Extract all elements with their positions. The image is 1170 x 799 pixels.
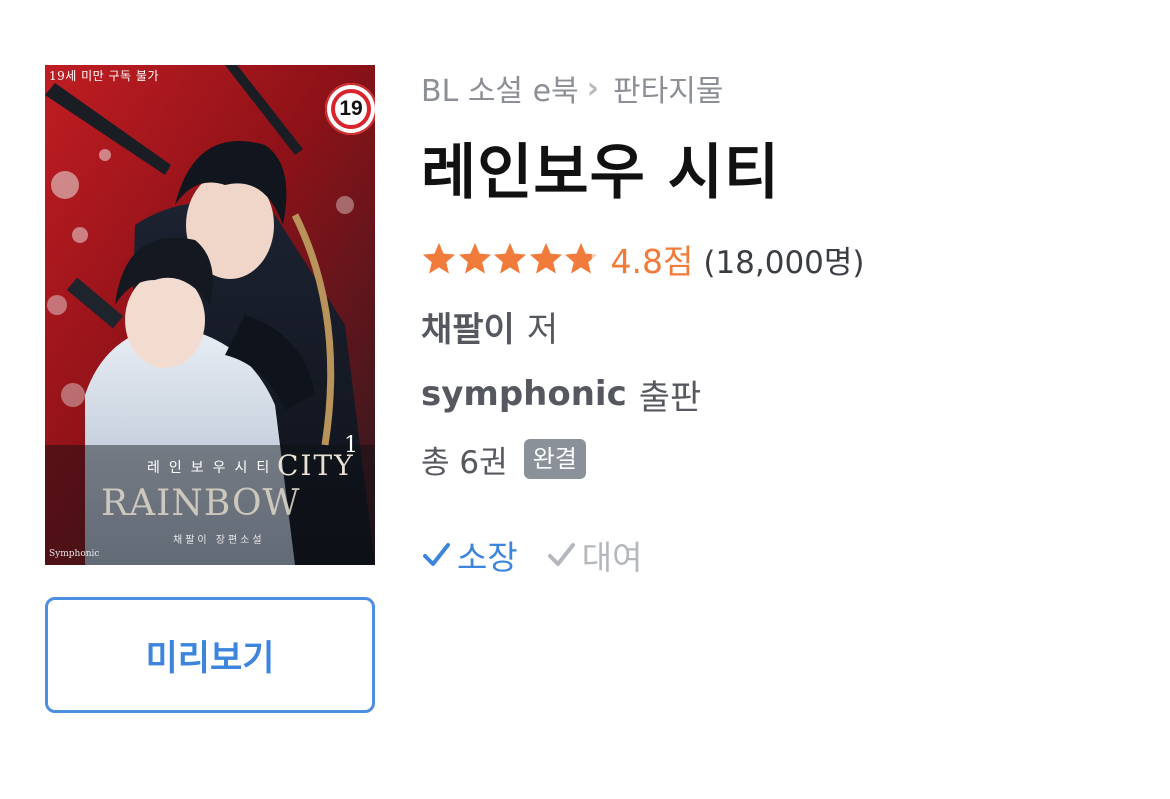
book-cover-image[interactable]: 19세 미만 구독 불가 19 1 레인보우시티 CITY RAINBOW 채팔… — [45, 65, 375, 565]
volume-count: 총 6권 — [421, 444, 508, 481]
star-icon — [565, 243, 597, 274]
cover-author-line: 채팔이 장편소설 — [173, 535, 265, 546]
age-rating-badge: 19 — [325, 83, 375, 135]
cover-korean-title: 레인보우시티 — [147, 460, 279, 476]
book-detail-page: 19세 미만 구독 불가 19 1 레인보우시티 CITY RAINBOW 채팔… — [0, 0, 1170, 799]
cover-city-text: CITY — [277, 449, 355, 482]
purchase-option-own[interactable]: 소장 — [421, 531, 518, 579]
rating-stars — [421, 241, 599, 277]
rating-score: 4.8점 — [610, 242, 694, 281]
cover-age-notice: 19세 미만 구독 불가 — [49, 69, 159, 83]
rating-count: (18,000명) — [703, 244, 865, 281]
purchase-option-label: 소장 — [457, 538, 518, 577]
chevron-right-icon: › — [586, 70, 599, 106]
star-icon — [423, 243, 455, 274]
publisher-name[interactable]: symphonic — [421, 374, 627, 414]
author-name[interactable]: 채팔이 — [421, 302, 515, 351]
star-icon — [529, 243, 562, 274]
breadcrumb: BL 소설 e북 › 판타지물 — [421, 62, 1141, 114]
purchase-option-rent[interactable]: 대여 — [546, 531, 643, 579]
check-icon — [547, 543, 575, 566]
book-title: 레인보우 시티 — [421, 138, 781, 208]
publisher-suffix: 출판 — [638, 377, 702, 418]
breadcrumb-category[interactable]: BL 소설 e북 — [421, 66, 579, 110]
publisher-row: symphonic 출판 — [421, 368, 1141, 420]
author-suffix: 저 — [526, 309, 559, 350]
status-badge: 완결 — [523, 439, 586, 479]
breadcrumb-subcategory[interactable]: 판타지물 — [613, 66, 723, 110]
star-icon — [494, 243, 526, 274]
author-row: 채팔이 저 — [421, 300, 1141, 352]
purchase-option-label: 대여 — [581, 538, 643, 577]
age-rating-number: 19 — [331, 89, 371, 129]
star-icon — [458, 243, 491, 274]
cover-rainbow-text: RAINBOW — [101, 483, 301, 524]
volume-row: 총 6권 완결 — [421, 434, 1141, 484]
book-info: BL 소설 e북 › 판타지물 레인보우 시티 4.8점 (18,000명) 채… — [421, 62, 1141, 580]
purchase-options: 소장 대여 — [421, 530, 1141, 580]
rating-row: 4.8점 (18,000명) — [421, 236, 1141, 282]
cover-publisher-mark: Symphonic — [49, 549, 100, 559]
preview-button[interactable]: 미리보기 — [45, 597, 375, 713]
check-icon — [423, 543, 450, 566]
